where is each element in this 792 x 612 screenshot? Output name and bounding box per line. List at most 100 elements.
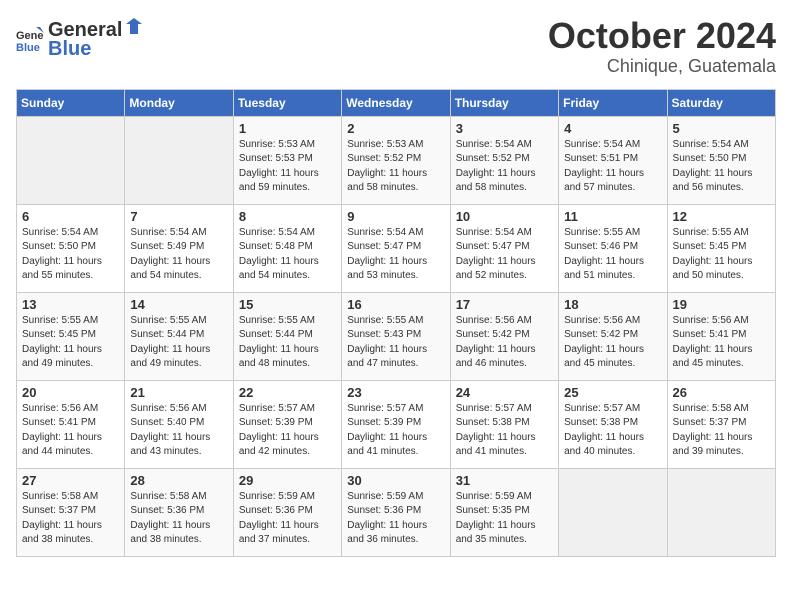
logo: General Blue General Blue (16, 16, 144, 61)
day-number: 10 (456, 209, 553, 224)
day-number: 21 (130, 385, 227, 400)
calendar-cell: 29 Sunrise: 5:59 AM Sunset: 5:36 PM Dayli… (233, 468, 341, 556)
calendar-cell: 23Sunrise: 5:57 AM Sunset: 5:39 PM Dayli… (342, 380, 450, 468)
calendar-week-row: 27 Sunrise: 5:58 AM Sunset: 5:37 PM Dayli… (17, 468, 776, 556)
day-info: Sunrise: 5:54 AM Sunset: 5:48 PM Dayligh… (239, 226, 336, 284)
svg-text:General: General (16, 30, 44, 42)
day-number: 3 (456, 121, 553, 136)
day-number: 30 (347, 473, 444, 488)
day-info: Sunrise: 5:55 AM Sunset: 5:46 PM Dayligh… (564, 226, 661, 284)
day-number: 31 (456, 473, 553, 488)
day-number: 14 (130, 297, 227, 312)
weekday-header-cell: Friday (559, 89, 667, 116)
calendar-cell: 10 Sunrise: 5:54 AM Sunset: 5:47 PM Dayli… (450, 204, 558, 292)
day-info: Sunrise: 5:55 AM Sunset: 5:44 PM Dayligh… (239, 314, 336, 372)
day-info: Sunrise: 5:57 AM Sunset: 5:38 PM Dayligh… (456, 402, 553, 460)
weekday-header-row: SundayMondayTuesdayWednesdayThursdayFrid… (17, 89, 776, 116)
title-block: October 2024 Chinique, Guatemala (548, 16, 776, 77)
day-number: 29 (239, 473, 336, 488)
calendar-cell: 27 Sunrise: 5:58 AM Sunset: 5:37 PM Dayli… (17, 468, 125, 556)
day-info: Sunrise: 5:55 AM Sunset: 5:44 PM Dayligh… (130, 314, 227, 372)
day-info: Sunrise: 5:54 AM Sunset: 5:52 PM Dayligh… (456, 138, 553, 196)
calendar-cell: 16 Sunrise: 5:55 AM Sunset: 5:43 PM Dayli… (342, 292, 450, 380)
calendar-cell: 14 Sunrise: 5:55 AM Sunset: 5:44 PM Dayli… (125, 292, 233, 380)
day-number: 15 (239, 297, 336, 312)
calendar-cell: 5Sunrise: 5:54 AM Sunset: 5:50 PM Daylig… (667, 116, 775, 204)
calendar-cell: 17 Sunrise: 5:56 AM Sunset: 5:42 PM Dayli… (450, 292, 558, 380)
calendar-cell: 20Sunrise: 5:56 AM Sunset: 5:41 PM Dayli… (17, 380, 125, 468)
calendar-cell: 19Sunrise: 5:56 AM Sunset: 5:41 PM Dayli… (667, 292, 775, 380)
calendar-cell: 22 Sunrise: 5:57 AM Sunset: 5:39 PM Dayli… (233, 380, 341, 468)
day-number: 9 (347, 209, 444, 224)
day-info: Sunrise: 5:59 AM Sunset: 5:36 PM Dayligh… (239, 490, 336, 548)
day-number: 16 (347, 297, 444, 312)
calendar-cell: 26 Sunrise: 5:58 AM Sunset: 5:37 PM Dayli… (667, 380, 775, 468)
calendar-week-row: 6 Sunrise: 5:54 AM Sunset: 5:50 PM Daylig… (17, 204, 776, 292)
day-info: Sunrise: 5:57 AM Sunset: 5:39 PM Dayligh… (239, 402, 336, 460)
day-info: Sunrise: 5:56 AM Sunset: 5:42 PM Dayligh… (564, 314, 661, 372)
day-info: Sunrise: 5:54 AM Sunset: 5:50 PM Dayligh… (22, 226, 119, 284)
calendar-cell: 8Sunrise: 5:54 AM Sunset: 5:48 PM Daylig… (233, 204, 341, 292)
calendar-cell: 13 Sunrise: 5:55 AM Sunset: 5:45 PM Dayli… (17, 292, 125, 380)
calendar-cell: 3 Sunrise: 5:54 AM Sunset: 5:52 PM Daylig… (450, 116, 558, 204)
calendar-table: SundayMondayTuesdayWednesdayThursdayFrid… (16, 89, 776, 557)
day-info: Sunrise: 5:53 AM Sunset: 5:52 PM Dayligh… (347, 138, 444, 196)
day-number: 24 (456, 385, 553, 400)
calendar-cell (125, 116, 233, 204)
weekday-header-cell: Saturday (667, 89, 775, 116)
calendar-cell: 1Sunrise: 5:53 AM Sunset: 5:53 PM Daylig… (233, 116, 341, 204)
calendar-cell: 25Sunrise: 5:57 AM Sunset: 5:38 PM Dayli… (559, 380, 667, 468)
day-info: Sunrise: 5:58 AM Sunset: 5:37 PM Dayligh… (22, 490, 119, 548)
calendar-cell (559, 468, 667, 556)
calendar-week-row: 13 Sunrise: 5:55 AM Sunset: 5:45 PM Dayli… (17, 292, 776, 380)
day-info: Sunrise: 5:57 AM Sunset: 5:39 PM Dayligh… (347, 402, 444, 460)
calendar-cell (17, 116, 125, 204)
day-number: 17 (456, 297, 553, 312)
day-info: Sunrise: 5:55 AM Sunset: 5:45 PM Dayligh… (22, 314, 119, 372)
calendar-cell: 7Sunrise: 5:54 AM Sunset: 5:49 PM Daylig… (125, 204, 233, 292)
calendar-cell: 12Sunrise: 5:55 AM Sunset: 5:45 PM Dayli… (667, 204, 775, 292)
day-info: Sunrise: 5:56 AM Sunset: 5:41 PM Dayligh… (673, 314, 770, 372)
weekday-header-cell: Monday (125, 89, 233, 116)
calendar-cell: 11Sunrise: 5:55 AM Sunset: 5:46 PM Dayli… (559, 204, 667, 292)
day-info: Sunrise: 5:54 AM Sunset: 5:47 PM Dayligh… (456, 226, 553, 284)
calendar-cell: 4Sunrise: 5:54 AM Sunset: 5:51 PM Daylig… (559, 116, 667, 204)
day-number: 27 (22, 473, 119, 488)
calendar-cell: 6 Sunrise: 5:54 AM Sunset: 5:50 PM Daylig… (17, 204, 125, 292)
day-number: 13 (22, 297, 119, 312)
weekday-header-cell: Sunday (17, 89, 125, 116)
month-title: October 2024 (548, 16, 776, 56)
day-info: Sunrise: 5:59 AM Sunset: 5:36 PM Dayligh… (347, 490, 444, 548)
day-info: Sunrise: 5:54 AM Sunset: 5:47 PM Dayligh… (347, 226, 444, 284)
calendar-cell: 2 Sunrise: 5:53 AM Sunset: 5:52 PM Daylig… (342, 116, 450, 204)
day-info: Sunrise: 5:54 AM Sunset: 5:50 PM Dayligh… (673, 138, 770, 196)
logo-flag-icon (124, 16, 144, 36)
day-number: 2 (347, 121, 444, 136)
day-info: Sunrise: 5:56 AM Sunset: 5:40 PM Dayligh… (130, 402, 227, 460)
day-number: 4 (564, 121, 661, 136)
page-header: General Blue General Blue October 2024 C… (16, 16, 776, 77)
day-info: Sunrise: 5:54 AM Sunset: 5:49 PM Dayligh… (130, 226, 227, 284)
day-number: 12 (673, 209, 770, 224)
calendar-week-row: 1Sunrise: 5:53 AM Sunset: 5:53 PM Daylig… (17, 116, 776, 204)
svg-text:Blue: Blue (16, 42, 40, 53)
day-number: 6 (22, 209, 119, 224)
day-info: Sunrise: 5:55 AM Sunset: 5:43 PM Dayligh… (347, 314, 444, 372)
day-number: 22 (239, 385, 336, 400)
day-info: Sunrise: 5:56 AM Sunset: 5:42 PM Dayligh… (456, 314, 553, 372)
calendar-cell: 28 Sunrise: 5:58 AM Sunset: 5:36 PM Dayli… (125, 468, 233, 556)
weekday-header-cell: Tuesday (233, 89, 341, 116)
day-number: 18 (564, 297, 661, 312)
calendar-week-row: 20Sunrise: 5:56 AM Sunset: 5:41 PM Dayli… (17, 380, 776, 468)
day-number: 28 (130, 473, 227, 488)
calendar-cell: 9 Sunrise: 5:54 AM Sunset: 5:47 PM Daylig… (342, 204, 450, 292)
day-info: Sunrise: 5:59 AM Sunset: 5:35 PM Dayligh… (456, 490, 553, 548)
calendar-cell: 31 Sunrise: 5:59 AM Sunset: 5:35 PM Dayli… (450, 468, 558, 556)
calendar-cell: 24 Sunrise: 5:57 AM Sunset: 5:38 PM Dayli… (450, 380, 558, 468)
day-info: Sunrise: 5:58 AM Sunset: 5:36 PM Dayligh… (130, 490, 227, 548)
weekday-header-cell: Thursday (450, 89, 558, 116)
day-info: Sunrise: 5:58 AM Sunset: 5:37 PM Dayligh… (673, 402, 770, 460)
day-info: Sunrise: 5:57 AM Sunset: 5:38 PM Dayligh… (564, 402, 661, 460)
day-number: 20 (22, 385, 119, 400)
day-number: 26 (673, 385, 770, 400)
